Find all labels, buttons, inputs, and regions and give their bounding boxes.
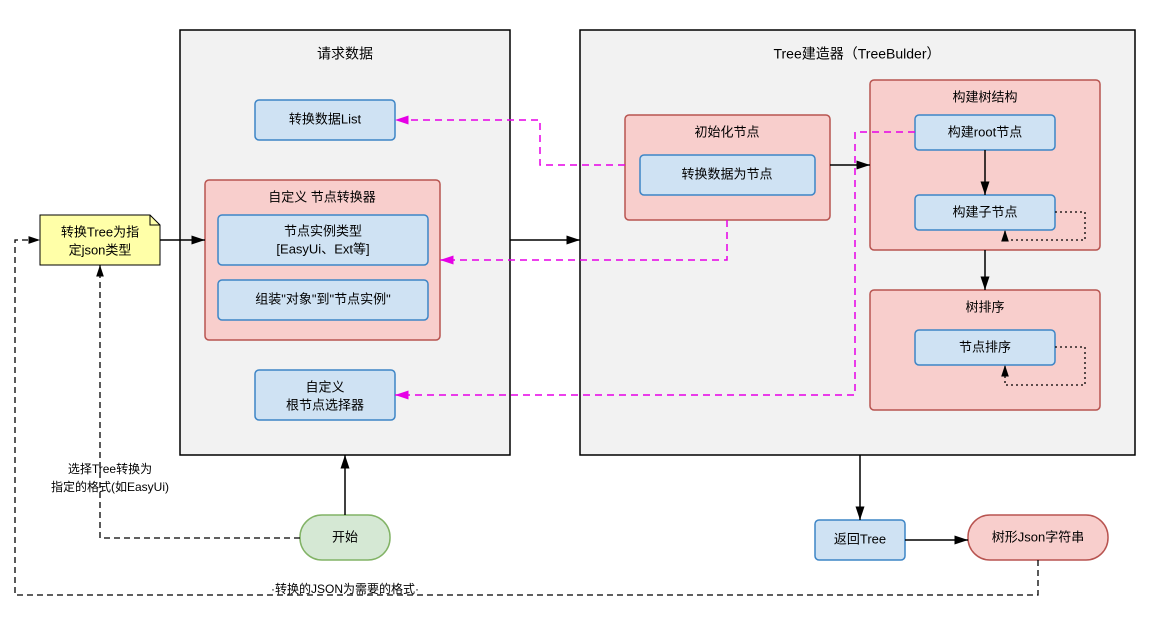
convert-json-l1: 转换Tree为指 [61, 224, 139, 239]
convert-json-l2: 定json类型 [69, 242, 132, 257]
build-root-label: 构建root节点 [948, 124, 1022, 139]
root-selector-l1: 自定义 [305, 379, 344, 394]
label-select-tree-l2: 指定的格式(如EasyUi) [51, 479, 169, 494]
build-child-label: 构建子节点 [952, 204, 1017, 219]
assemble-object-label: 组装"对象"到"节点实例" [255, 291, 391, 306]
root-selector-l2: 根节点选择器 [286, 397, 364, 412]
return-tree-label: 返回Tree [834, 531, 886, 546]
start-label: 开始 [332, 529, 358, 544]
node-instance-type-l1: 节点实例类型 [284, 223, 362, 238]
diagram-canvas: 请求数据 Tree建造器（TreeBulder） 转换数据List 自定义 节点… [0, 0, 1152, 626]
convert-json-note [40, 215, 160, 265]
tree-sort-title: 树排序 [965, 299, 1004, 314]
label-json-format: ·转换的JSON为需要的格式· [271, 581, 419, 596]
convert-data-list-label: 转换数据List [289, 111, 362, 126]
tree-json-string-label: 树形Json字符串 [992, 529, 1084, 544]
custom-converter-title: 自定义 节点转换器 [268, 189, 376, 204]
build-tree-title: 构建树结构 [952, 89, 1017, 104]
tree-builder-title: Tree建造器（TreeBulder） [773, 46, 940, 62]
node-instance-type-l2: [EasyUi、Ext等] [276, 241, 369, 256]
init-node-title: 初始化节点 [694, 124, 759, 139]
node-sort-label: 节点排序 [959, 339, 1011, 354]
root-selector-box [255, 370, 395, 420]
convert-to-node-label: 转换数据为节点 [681, 166, 772, 181]
label-select-tree-l1: 选择Tree转换为 [68, 461, 152, 476]
request-data-title: 请求数据 [317, 46, 373, 62]
